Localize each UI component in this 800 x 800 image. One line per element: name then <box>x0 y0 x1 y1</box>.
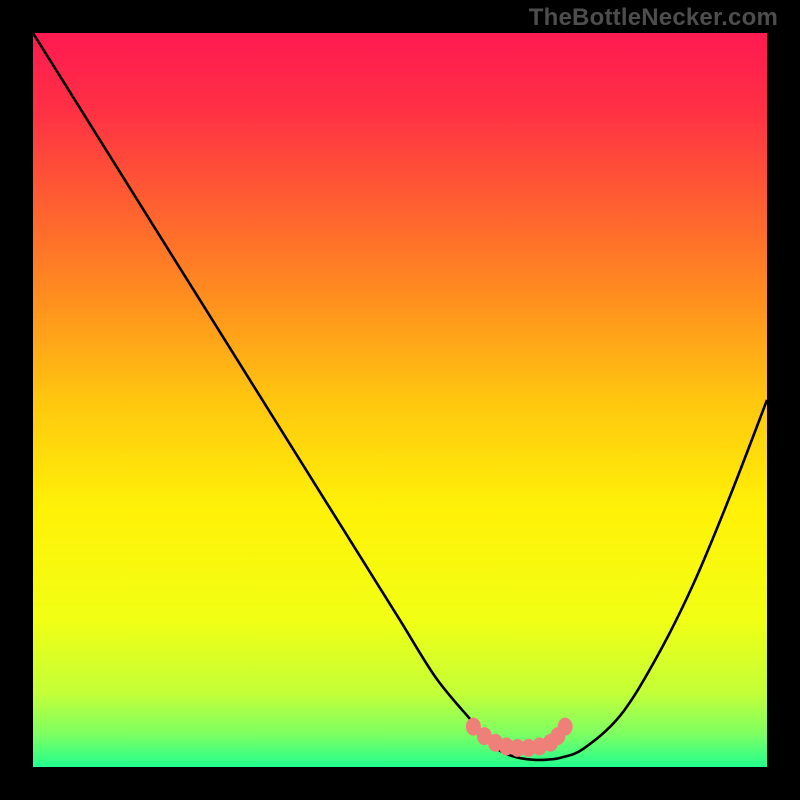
highlight-marker <box>558 718 573 736</box>
watermark-text: TheBottleNecker.com <box>529 4 778 32</box>
bottleneck-chart <box>0 0 800 800</box>
chart-container: TheBottleNecker.com <box>0 0 800 800</box>
